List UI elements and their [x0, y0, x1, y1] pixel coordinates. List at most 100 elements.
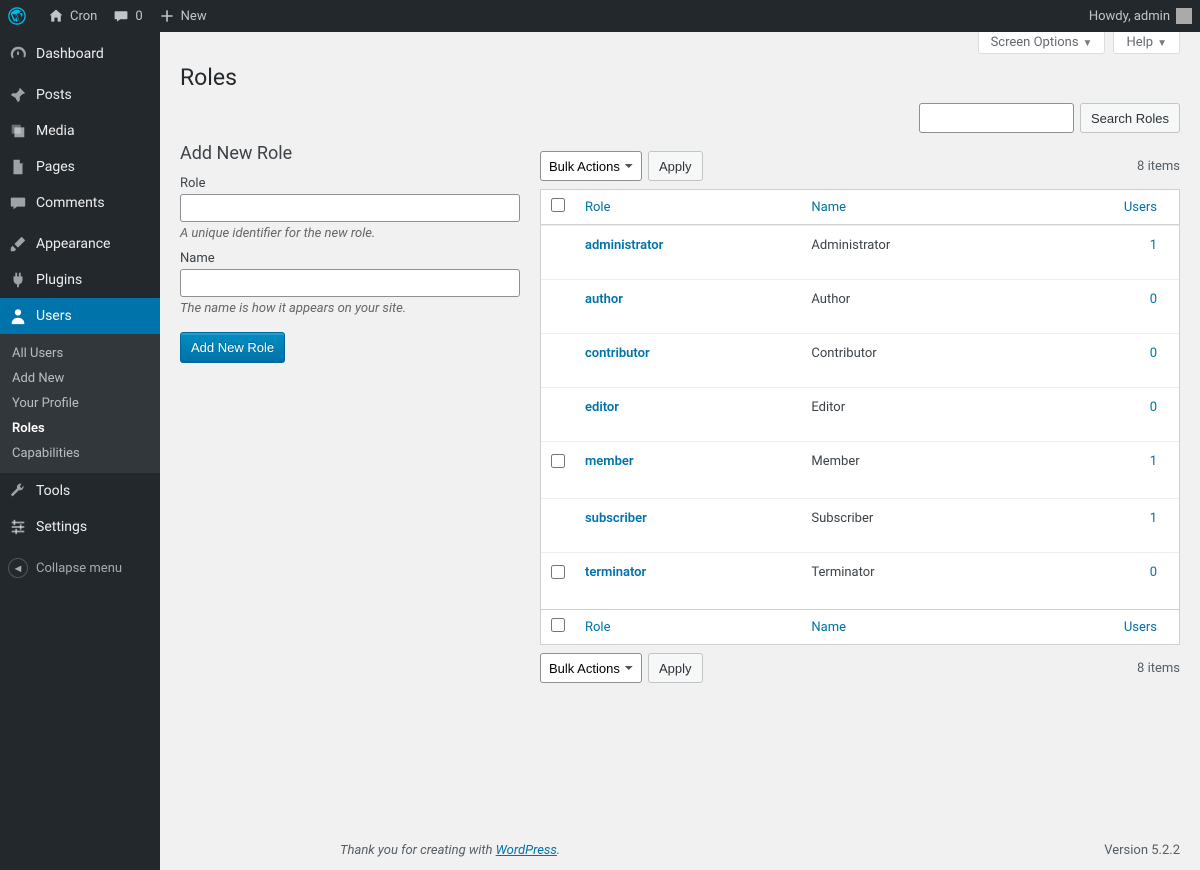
site-name-link[interactable]: Cron [40, 0, 105, 32]
role-link[interactable]: author [585, 292, 623, 307]
users-count[interactable]: 0 [1150, 565, 1157, 580]
subitem-add-new[interactable]: Add New [0, 366, 160, 391]
bulk-apply-bottom[interactable]: Apply [648, 653, 703, 683]
screen-options-tab[interactable]: Screen Options ▼ [978, 32, 1106, 54]
content-area: Screen Options ▼ Help ▼ Roles Search Roles… [160, 32, 1200, 870]
users-count[interactable]: 0 [1150, 400, 1157, 415]
role-name: Administrator [801, 225, 1029, 279]
menu-label: Posts [36, 87, 72, 103]
table-row: authorAuthor0 [541, 279, 1179, 333]
plug-icon [8, 270, 28, 290]
chevron-down-icon: ▼ [1157, 38, 1167, 49]
screen-options-label: Screen Options [991, 35, 1079, 50]
subitem-roles[interactable]: Roles [0, 416, 160, 441]
role-name: Contributor [801, 333, 1029, 387]
table-row: administrator Administrator 1 [541, 225, 1179, 279]
screen-meta: Screen Options ▼ Help ▼ [180, 32, 1180, 54]
users-count[interactable]: 1 [1150, 454, 1157, 469]
collapse-menu[interactable]: ◄ Collapse menu [0, 550, 160, 586]
row-checkbox[interactable] [551, 565, 565, 579]
menu-label: Comments [36, 195, 105, 211]
tablenav-bottom: Bulk Actions Apply 8 items [540, 653, 1180, 683]
subitem-all-users[interactable]: All Users [0, 341, 160, 366]
col-role[interactable]: Role [585, 620, 610, 635]
footer-wp-link[interactable]: WordPress [496, 843, 557, 858]
menu-label: Pages [36, 159, 75, 175]
page-title: Roles [180, 64, 1180, 91]
submenu-users: All Users Add New Your Profile Roles Cap… [0, 334, 160, 473]
role-name: Member [801, 441, 1029, 498]
dashboard-icon [8, 44, 28, 64]
admin-bar: Cron 0 New Howdy, admin [0, 0, 1200, 32]
comment-icon [113, 8, 129, 24]
search-input[interactable] [919, 103, 1074, 133]
menu-settings[interactable]: Settings [0, 509, 160, 545]
col-users[interactable]: Users [1124, 620, 1157, 635]
help-label: Help [1126, 35, 1153, 50]
menu-tools[interactable]: Tools [0, 473, 160, 509]
menu-label: Tools [36, 483, 70, 499]
footer-version: Version 5.2.2 [1104, 843, 1180, 858]
table-row: terminator Terminator 0 [541, 552, 1179, 609]
bulk-actions-select-bottom[interactable]: Bulk Actions [540, 653, 642, 683]
form-heading: Add New Role [180, 143, 520, 164]
col-name[interactable]: Name [811, 200, 846, 215]
media-icon [8, 121, 28, 141]
role-link[interactable]: contributor [585, 346, 650, 361]
bulk-actions-select-top[interactable]: Bulk Actions [540, 151, 642, 181]
role-desc: A unique identifier for the new role. [180, 226, 520, 241]
role-link[interactable]: administrator [585, 238, 663, 253]
brush-icon [8, 234, 28, 254]
users-count[interactable]: 1 [1150, 511, 1157, 526]
wordpress-icon [8, 7, 26, 25]
menu-label: Appearance [36, 236, 110, 252]
col-users[interactable]: Users [1124, 200, 1157, 215]
menu-media[interactable]: Media [0, 113, 160, 149]
role-input[interactable] [180, 194, 520, 222]
my-account-link[interactable]: Howdy, admin [1081, 0, 1200, 32]
wp-logo[interactable] [0, 0, 40, 32]
role-link[interactable]: member [585, 454, 634, 469]
new-content-link[interactable]: New [151, 0, 215, 32]
new-label: New [181, 9, 207, 24]
howdy-label: Howdy, admin [1089, 9, 1170, 24]
role-name: Terminator [801, 552, 1029, 609]
name-input[interactable] [180, 269, 520, 297]
row-checkbox[interactable] [551, 454, 565, 468]
menu-label: Plugins [36, 272, 82, 288]
search-button[interactable]: Search Roles [1080, 103, 1180, 133]
plus-icon [159, 8, 175, 24]
select-all-top[interactable] [551, 198, 565, 212]
comments-link[interactable]: 0 [105, 0, 150, 32]
role-link[interactable]: subscriber [585, 511, 647, 526]
role-link[interactable]: editor [585, 400, 619, 415]
subitem-your-profile[interactable]: Your Profile [0, 391, 160, 416]
col-name[interactable]: Name [811, 620, 846, 635]
role-name: Subscriber [801, 498, 1029, 552]
bulk-apply-top[interactable]: Apply [648, 151, 703, 181]
add-new-role-button[interactable]: Add New Role [180, 332, 285, 362]
menu-pages[interactable]: Pages [0, 149, 160, 185]
menu-users[interactable]: Users [0, 298, 160, 334]
role-link[interactable]: terminator [585, 565, 646, 580]
users-count[interactable]: 0 [1150, 292, 1157, 307]
user-icon [8, 306, 28, 326]
menu-plugins[interactable]: Plugins [0, 262, 160, 298]
users-count[interactable]: 0 [1150, 346, 1157, 361]
menu-dashboard[interactable]: Dashboard [0, 36, 160, 72]
menu-label: Dashboard [36, 46, 104, 62]
help-tab[interactable]: Help ▼ [1113, 32, 1180, 54]
menu-appearance[interactable]: Appearance [0, 226, 160, 262]
footer-period: . [557, 843, 560, 858]
menu-label: Settings [36, 519, 87, 535]
select-all-bottom[interactable] [551, 618, 565, 632]
comment-count: 0 [135, 9, 142, 24]
menu-label: Media [36, 123, 75, 139]
col-role[interactable]: Role [585, 200, 610, 215]
chevron-down-icon: ▼ [1083, 38, 1093, 49]
page-icon [8, 157, 28, 177]
menu-comments[interactable]: Comments [0, 185, 160, 221]
users-count[interactable]: 1 [1150, 238, 1157, 253]
menu-posts[interactable]: Posts [0, 77, 160, 113]
subitem-capabilities[interactable]: Capabilities [0, 441, 160, 466]
